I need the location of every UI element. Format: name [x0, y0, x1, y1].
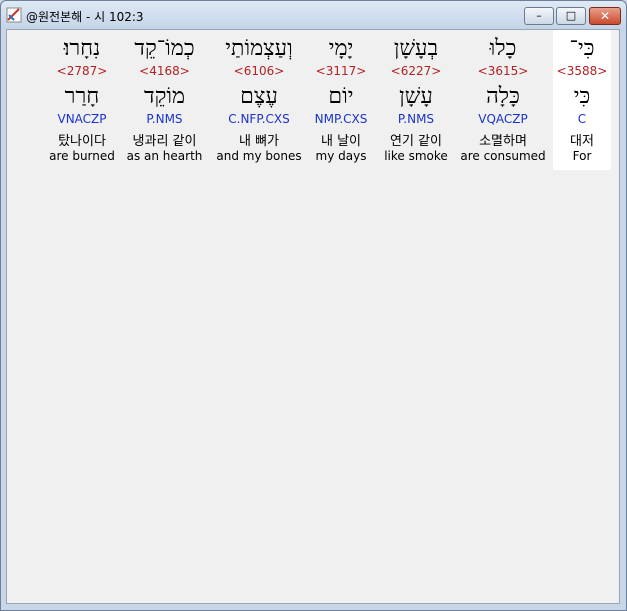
close-icon: ✕ [599, 9, 611, 23]
hebrew-lemma: עֶצֶם [240, 84, 278, 109]
hebrew-lemma: כָּלָה [486, 84, 520, 109]
morphology-code: P.NMS [397, 112, 435, 126]
korean-gloss: 냉과리 같이 [132, 134, 197, 149]
hebrew-lemma: חָרַר [64, 84, 100, 109]
morphology-code: C [577, 112, 587, 126]
korean-gloss: 연기 같이 [390, 134, 442, 149]
hebrew-word: כָלוּ [489, 36, 517, 61]
title-bar[interactable]: @원전본해 - 시 102:3 – □ ✕ [1, 1, 626, 29]
word-column[interactable]: כָלוּ <3615> כָּלָה VQACZP 소멸하며 are cons… [459, 30, 547, 170]
strong-number[interactable]: <4168> [122, 64, 207, 78]
interlinear-panel: נִחָרוּ׃ <2787> חָרַר VNACZP 탔나이다 are bu… [6, 29, 620, 604]
hebrew-lemma: עָשָׁן [399, 84, 433, 109]
maximize-button[interactable]: □ [556, 7, 586, 25]
hebrew-word: כִּי־ [569, 36, 595, 61]
morphology-code: VNACZP [57, 112, 107, 126]
hebrew-word: וְעַצְמוֹתַי [225, 36, 293, 61]
morphology-code: VQACZP [478, 112, 528, 126]
window-title: @원전본해 - 시 102:3 [26, 10, 144, 24]
strong-number[interactable]: <2787> [47, 64, 117, 78]
hebrew-word: כְמוֹ־קֵד [134, 36, 195, 61]
strong-number[interactable]: <3117> [309, 64, 373, 78]
english-gloss: as an hearth [126, 149, 203, 163]
hebrew-lemma: מוֹקֵד [143, 84, 186, 109]
word-column[interactable]: נִחָרוּ׃ <2787> חָרַר VNACZP 탔나이다 are bu… [47, 30, 117, 170]
english-gloss: and my bones [216, 149, 302, 163]
korean-gloss: 내 뼈가 [238, 134, 279, 149]
strong-number[interactable]: <3588> [553, 64, 611, 78]
hebrew-lemma: יוֹם [328, 84, 354, 109]
strong-number[interactable]: <6227> [379, 64, 453, 78]
morphology-code: P.NMS [146, 112, 183, 126]
close-button[interactable]: ✕ [589, 7, 621, 25]
korean-gloss: 소멸하며 [479, 134, 527, 149]
hebrew-lemma: כִּי [573, 84, 591, 109]
english-gloss: are consumed [460, 149, 546, 163]
morphology-code: C.NFP.CXS [228, 112, 290, 126]
hebrew-word: יָמָי [328, 36, 354, 61]
minimize-button[interactable]: – [524, 7, 554, 25]
app-icon [6, 7, 22, 23]
english-gloss: my days [315, 149, 367, 163]
app-window: @원전본해 - 시 102:3 – □ ✕ נִחָרוּ׃ <2787> חָ… [0, 0, 627, 611]
word-column-selected[interactable]: כִּי־ <3588> כִּי C 대저 For [553, 30, 611, 170]
strong-number[interactable]: <3615> [459, 64, 547, 78]
hebrew-word: נִחָרוּ׃ [63, 36, 101, 61]
korean-gloss: 탔나이다 [58, 134, 106, 149]
hebrew-word: בְעָשָׁן [393, 36, 439, 61]
word-column[interactable]: כְמוֹ־קֵד <4168> מוֹקֵד P.NMS 냉과리 같이 as … [122, 30, 207, 170]
minimize-icon: – [536, 9, 542, 22]
english-gloss: are burned [49, 149, 115, 163]
korean-gloss: 대저 [570, 134, 594, 149]
strong-number[interactable]: <6106> [214, 64, 304, 78]
maximize-icon: □ [565, 9, 577, 22]
word-column[interactable]: וְעַצְמוֹתַי <6106> עֶצֶם C.NFP.CXS 내 뼈가… [214, 30, 304, 170]
english-gloss: For [572, 149, 592, 163]
korean-gloss: 내 날이 [320, 134, 361, 149]
english-gloss: like smoke [384, 149, 448, 163]
word-column[interactable]: יָמָי <3117> יוֹם NMP.CXS 내 날이 my days [309, 30, 373, 170]
morphology-code: NMP.CXS [314, 112, 368, 126]
word-column[interactable]: בְעָשָׁן <6227> עָשָׁן P.NMS 연기 같이 like … [379, 30, 453, 170]
